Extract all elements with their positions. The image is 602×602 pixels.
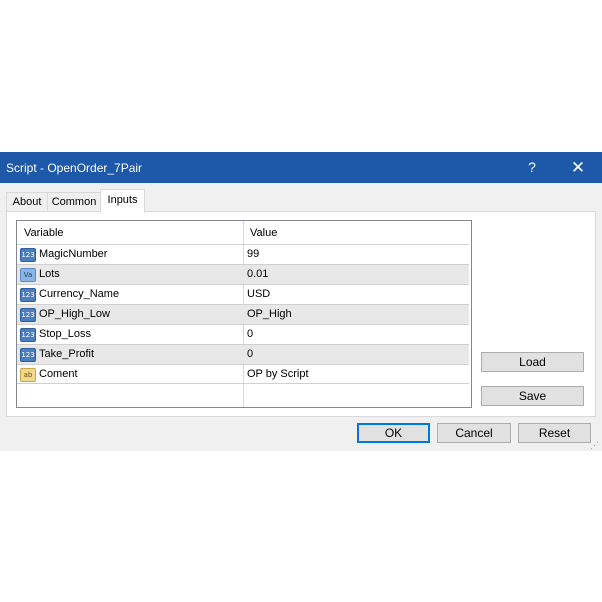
- string-type-icon: ab: [20, 368, 36, 382]
- variable-name: Lots: [39, 268, 60, 280]
- column-header-variable[interactable]: Variable: [17, 221, 243, 244]
- table-row[interactable]: Va Lots 0.01: [17, 264, 469, 284]
- variable-name: Coment: [39, 368, 78, 380]
- table-row[interactable]: 123 Stop_Loss 0: [17, 324, 469, 344]
- help-icon[interactable]: ?: [510, 152, 554, 183]
- close-icon[interactable]: ✕: [556, 152, 600, 183]
- double-type-icon: Va: [20, 268, 36, 282]
- window-title: Script - OpenOrder_7Pair: [6, 161, 143, 175]
- save-button[interactable]: Save: [481, 386, 584, 406]
- integer-type-icon: 123: [20, 288, 36, 302]
- variable-value[interactable]: 0.01: [247, 265, 268, 284]
- ok-button[interactable]: OK: [357, 423, 430, 443]
- integer-type-icon: 123: [20, 308, 36, 322]
- tab-common[interactable]: Common: [47, 192, 101, 211]
- tab-about[interactable]: About: [6, 192, 48, 211]
- variable-value[interactable]: 0: [247, 325, 253, 344]
- cancel-button[interactable]: Cancel: [437, 423, 511, 443]
- load-button[interactable]: Load: [481, 352, 584, 372]
- grid-header: Variable Value: [17, 221, 471, 244]
- integer-type-icon: 123: [20, 348, 36, 362]
- variable-name: Take_Profit: [39, 348, 95, 360]
- variable-value[interactable]: 99: [247, 245, 259, 264]
- table-row[interactable]: 123 Currency_Name USD: [17, 284, 469, 304]
- variable-name: OP_High_Low: [39, 308, 110, 320]
- tab-inputs[interactable]: Inputs: [100, 189, 145, 213]
- table-row[interactable]: 123 OP_High_Low OP_High: [17, 304, 469, 324]
- table-row[interactable]: 123 Take_Profit 0: [17, 344, 469, 364]
- variable-name: MagicNumber: [39, 248, 108, 260]
- variable-value[interactable]: OP_High: [247, 305, 292, 324]
- reset-button[interactable]: Reset: [518, 423, 591, 443]
- inputs-grid[interactable]: Variable Value 123 MagicNumber 99 Va Lot…: [16, 220, 472, 408]
- variable-value[interactable]: USD: [247, 285, 270, 304]
- script-dialog: Script - OpenOrder_7Pair ? ✕ About Commo…: [0, 152, 602, 451]
- variable-name: Stop_Loss: [39, 328, 91, 340]
- variable-value[interactable]: 0: [247, 345, 253, 364]
- title-bar[interactable]: Script - OpenOrder_7Pair ? ✕: [0, 152, 602, 183]
- table-row[interactable]: 123 MagicNumber 99: [17, 244, 469, 264]
- column-header-value[interactable]: Value: [243, 221, 469, 244]
- integer-type-icon: 123: [20, 248, 36, 262]
- table-row[interactable]: ab Coment OP by Script: [17, 364, 469, 384]
- variable-value[interactable]: OP by Script: [247, 365, 309, 384]
- integer-type-icon: 123: [20, 328, 36, 342]
- variable-name: Currency_Name: [39, 288, 120, 300]
- resize-grip-icon[interactable]: ⋰: [590, 440, 600, 450]
